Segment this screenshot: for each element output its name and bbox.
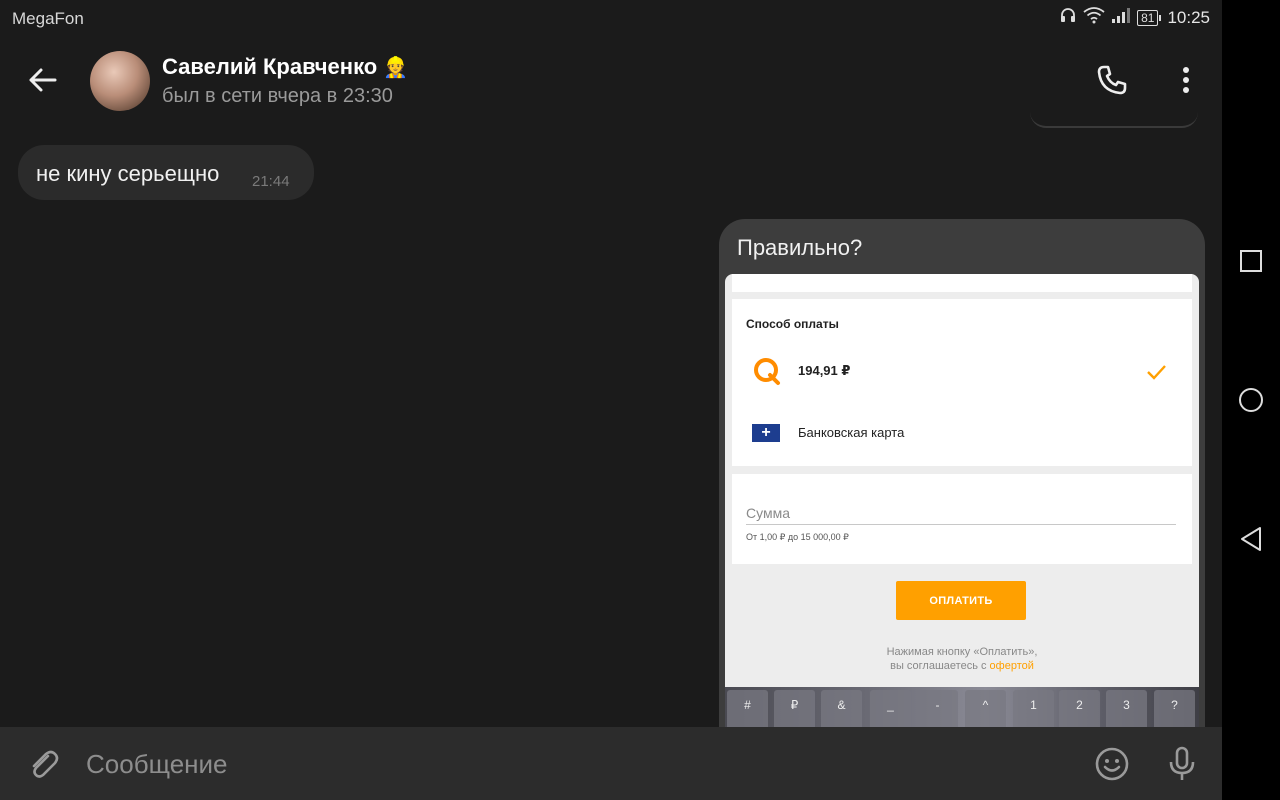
amount-card: От 1,00 ₽ до 15 000,00 ₽ [732,474,1192,564]
pay-button: ОПЛАТИТЬ [896,581,1026,620]
offer-link: офертой [989,660,1034,672]
status-icons: 81 10:25 [1059,6,1210,29]
payment-method-card: Способ оплаты 194,91 ₽ + Банковская карт… [732,299,1192,466]
outgoing-message-bubble[interactable]: Правильно? Способ оплаты 194,91 ₽ + Банк… [719,219,1205,759]
previous-message-edge [1030,96,1198,128]
key: ₽ [774,690,815,730]
key: & [821,690,862,730]
back-triangle-icon[interactable] [1231,519,1271,559]
amount-field [746,502,1176,525]
qiwi-balance-label: 194,91 ₽ [798,363,851,378]
screenshot-card-top [732,274,1192,292]
system-navigation-bar [1222,0,1280,800]
key: ? [1154,690,1195,730]
avatar[interactable] [90,51,150,111]
home-circle-icon[interactable] [1231,380,1271,420]
emoji-icon[interactable] [1090,742,1134,786]
headset-icon [1059,6,1077,29]
check-icon [1144,360,1168,384]
message-caption: Правильно? [737,235,863,260]
status-bar: MegaFon 81 10:25 [0,0,1222,38]
message-input[interactable] [86,745,1046,783]
message-composer [0,727,1222,800]
chat-screen: MegaFon 81 10:25 Савелий Кравченко 👷 был… [0,0,1222,800]
message-time: 21:44 [252,173,290,190]
contact-name[interactable]: Савелий Кравченко 👷 [162,54,408,80]
key: 1 [1013,690,1054,730]
key: _ [870,690,911,730]
worker-emoji-icon: 👷 [383,57,409,79]
battery-icon: 81 [1137,9,1162,26]
agreement-text: Нажимая кнопку «Оплатить», вы соглашаете… [725,645,1199,673]
qiwi-icon [752,357,782,387]
back-arrow-icon[interactable] [22,60,62,100]
battery-level: 81 [1137,9,1159,26]
bank-card-label: Банковская карта [798,425,905,440]
recents-square-icon[interactable] [1231,241,1271,281]
microphone-icon[interactable] [1160,742,1204,786]
agreement-line-1: Нажимая кнопку «Оплатить», [886,646,1038,658]
agreement-line-2: вы соглашаетесь с офертой [725,659,1199,673]
incoming-message-bubble[interactable]: не кину серьещно 21:44 [18,145,314,200]
payment-method-title: Способ оплаты [746,317,839,331]
key: # [727,690,768,730]
key: ^ [965,690,1006,730]
bank-card-icon: + [752,424,780,442]
paperclip-icon[interactable] [22,743,64,785]
key: 3 [1106,690,1147,730]
message-text: не кину серьещно [36,161,220,186]
carrier-name: MegaFon [12,9,84,28]
key: 2 [1059,690,1100,730]
agreement-line-2-text: вы соглашаетесь с [890,660,987,672]
signal-icon [1111,6,1131,29]
amount-hint: От 1,00 ₽ до 15 000,00 ₽ [746,532,849,542]
key: - [917,690,958,730]
clock: 10:25 [1167,7,1210,27]
last-seen-status: был в сети вчера в 23:30 [162,85,393,107]
wifi-icon [1083,6,1105,29]
contact-name-text: Савелий Кравченко [162,54,378,79]
attached-screenshot[interactable]: Способ оплаты 194,91 ₽ + Банковская карт… [725,274,1199,759]
